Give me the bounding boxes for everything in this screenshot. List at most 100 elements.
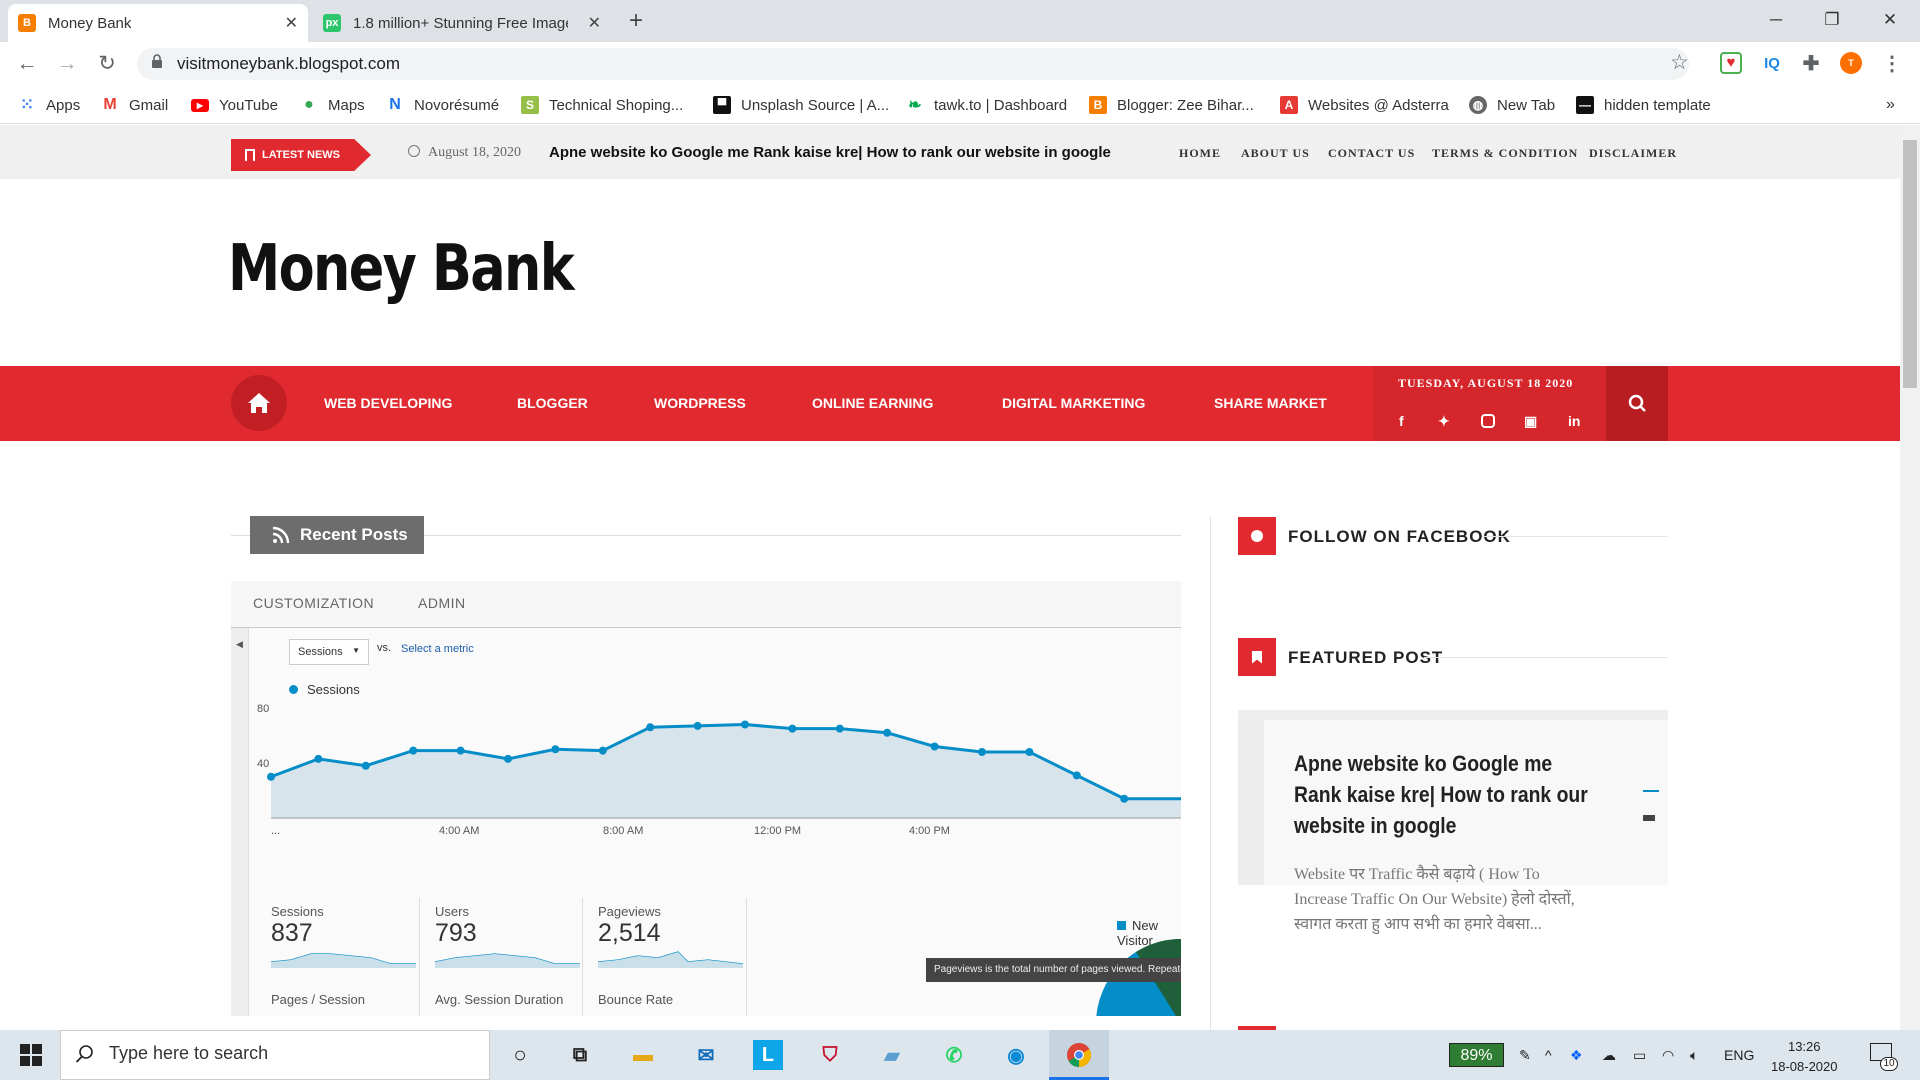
chart-point [267, 772, 275, 781]
language-indicator[interactable]: ENG [1724, 1047, 1754, 1063]
topnav-disclaimer[interactable]: DISCLAIMER [1589, 146, 1677, 161]
metric-sessions: Sessions 837 [271, 904, 324, 947]
metric-avg-session: Avg. Session Duration [435, 992, 564, 1007]
extensions-puzzle-icon[interactable]: ✚ [1799, 52, 1823, 76]
menu-share-market[interactable]: SHARE MARKET [1214, 395, 1327, 411]
maps-pin-icon: ● [304, 96, 314, 113]
new-tab-button[interactable]: + [622, 8, 650, 36]
metric-bounce-rate: Bounce Rate [598, 992, 674, 1007]
battery-percentage[interactable]: 89% [1449, 1043, 1504, 1067]
bookmark-hidden-template[interactable]: — hidden template [1576, 94, 1711, 116]
cortana-icon[interactable]: ○ [505, 1040, 535, 1070]
app-l-icon[interactable]: L [753, 1040, 783, 1070]
widget-title: FEATURED POST [1288, 648, 1444, 667]
tawkto-icon: ❧ [908, 97, 922, 114]
lock-icon[interactable] [150, 54, 164, 68]
tab-pixabay[interactable]: px 1.8 million+ Stunning Free Images ✕ [313, 4, 611, 42]
back-button[interactable]: ← [13, 50, 41, 78]
taskbar-clock[interactable]: 13:26 18-08-2020 [1771, 1037, 1838, 1077]
iq-extension-icon[interactable]: IQ [1760, 52, 1784, 76]
edge-icon[interactable]: ◉ [1001, 1040, 1031, 1070]
wifi-icon[interactable]: ◠ [1662, 1047, 1674, 1064]
youtube-icon[interactable]: ▣ [1524, 413, 1537, 430]
volume-icon[interactable]: 🔈︎ [1690, 1047, 1698, 1064]
bookmark-new-tab[interactable]: ◍ New Tab [1469, 94, 1555, 116]
notes-app-icon[interactable]: ▰ [877, 1040, 907, 1070]
instagram-icon[interactable] [1481, 414, 1495, 428]
bookmark-youtube[interactable]: ▶ YouTube [191, 94, 278, 116]
menu-online-earning[interactable]: ONLINE EARNING [812, 395, 933, 411]
topnav-home[interactable]: HOME [1179, 146, 1221, 161]
onedrive-icon[interactable]: ☁ [1602, 1047, 1616, 1064]
pixabay-icon: px [323, 14, 341, 32]
x-tick-label: 4:00 AM [439, 825, 479, 837]
bookmarks-overflow-button[interactable]: » [1886, 94, 1895, 116]
task-view-icon[interactable]: ⧉ [565, 1040, 595, 1070]
tab-money-bank[interactable]: B Money Bank ✕ [8, 4, 308, 42]
linkedin-icon[interactable]: in [1568, 413, 1580, 429]
file-explorer-icon[interactable]: ▬ [628, 1040, 658, 1070]
bookmark-technical-shoping[interactable]: S Technical Shoping... [521, 94, 683, 116]
restore-button[interactable]: ❐ [1812, 6, 1852, 34]
reload-button[interactable]: ↻ [93, 50, 121, 78]
menu-wordpress[interactable]: WORDPRESS [654, 395, 746, 411]
topnav-terms[interactable]: TERMS & CONDITION [1432, 146, 1578, 161]
news-ticker-link[interactable]: Apne website ko Google me Rank kaise kre… [549, 144, 1111, 161]
chart-point [1120, 794, 1129, 803]
home-button[interactable] [231, 375, 287, 431]
bookmark-star-icon[interactable]: ☆ [1670, 50, 1689, 75]
menu-blogger[interactable]: BLOGGER [517, 395, 588, 411]
bookmark-novoresume[interactable]: N Novorésumé [386, 94, 499, 116]
minimize-button[interactable]: ─ [1756, 6, 1796, 34]
dropbox-icon[interactable]: ❖ [1570, 1047, 1583, 1064]
search-button[interactable] [1606, 366, 1668, 441]
pocket-extension-icon[interactable]: ♥ [1720, 52, 1742, 74]
profile-avatar[interactable]: T [1840, 52, 1862, 74]
battery-icon[interactable]: ▭ [1633, 1047, 1646, 1064]
bookmark-unsplash[interactable]: ▀ Unsplash Source | A... [713, 94, 889, 116]
windows-start-icon[interactable] [20, 1044, 42, 1066]
unsplash-icon: ▀ [713, 96, 731, 114]
x-tick-label: 4:00 PM [909, 825, 950, 837]
chart-point [788, 724, 797, 733]
featured-post-title[interactable]: Apne website ko Google me Rank kaise kre… [1294, 748, 1593, 841]
facebook-icon[interactable]: f [1399, 413, 1404, 429]
sidebar-divider [1210, 516, 1211, 1036]
forward-button[interactable]: → [53, 50, 81, 78]
chevron-up-icon[interactable]: ^ [1545, 1047, 1552, 1063]
chart-point [551, 745, 560, 754]
close-icon[interactable]: ✕ [285, 13, 298, 33]
close-icon[interactable]: ✕ [588, 13, 601, 33]
blogger-icon: B [18, 14, 36, 32]
bookmark-tawkto[interactable]: ❧ tawk.to | Dashboard [906, 94, 1067, 116]
menu-kebab-icon[interactable]: ⋮ [1880, 52, 1904, 76]
widget-line [1482, 536, 1668, 537]
scrollbar-thumb[interactable] [1903, 140, 1917, 388]
pageviews-tooltip: Pageviews is the total number of pages v… [926, 958, 1181, 982]
whatsapp-icon[interactable]: ✆ [939, 1040, 969, 1070]
apps-grid-icon: ⁙ [19, 95, 35, 114]
menu-digital-marketing[interactable]: DIGITAL MARKETING [1002, 395, 1145, 411]
search-icon [75, 1045, 93, 1063]
chevron-down-icon: ▼ [352, 646, 360, 655]
mail-icon[interactable]: ✉ [691, 1040, 721, 1070]
url-text[interactable]: visitmoneybank.blogspot.com [177, 54, 400, 74]
topnav-about-us[interactable]: ABOUT US [1241, 146, 1310, 161]
bookmark-blogger[interactable]: B Blogger: Zee Bihar... [1089, 94, 1254, 116]
globe-icon: ◍ [1469, 96, 1487, 114]
menu-web-developing[interactable]: WEB DEVELOPING [324, 395, 452, 411]
chart-point [693, 721, 702, 730]
site-logo[interactable]: Money Bank [228, 232, 575, 306]
bookmark-gmail[interactable]: M Gmail [101, 94, 168, 116]
bookmark-maps[interactable]: ● Maps [300, 94, 365, 116]
pen-icon[interactable]: ✎ [1519, 1047, 1531, 1064]
adsterra-icon: A [1280, 96, 1298, 114]
close-window-button[interactable]: ✕ [1870, 6, 1910, 34]
mcafee-icon[interactable]: ⛉ [815, 1040, 845, 1070]
tab-title: Money Bank [48, 14, 132, 32]
bookmark-adsterra[interactable]: A Websites @ Adsterra [1280, 94, 1449, 116]
twitter-icon[interactable]: ✦ [1438, 413, 1450, 430]
post-thumbnail-analytics[interactable]: CUSTOMIZATION ADMIN ◀ Sessions ▼ vs. Sele… [231, 581, 1181, 1016]
topnav-contact-us[interactable]: CONTACT US [1328, 146, 1415, 161]
bookmark-apps[interactable]: ⁙ Apps [18, 94, 80, 116]
